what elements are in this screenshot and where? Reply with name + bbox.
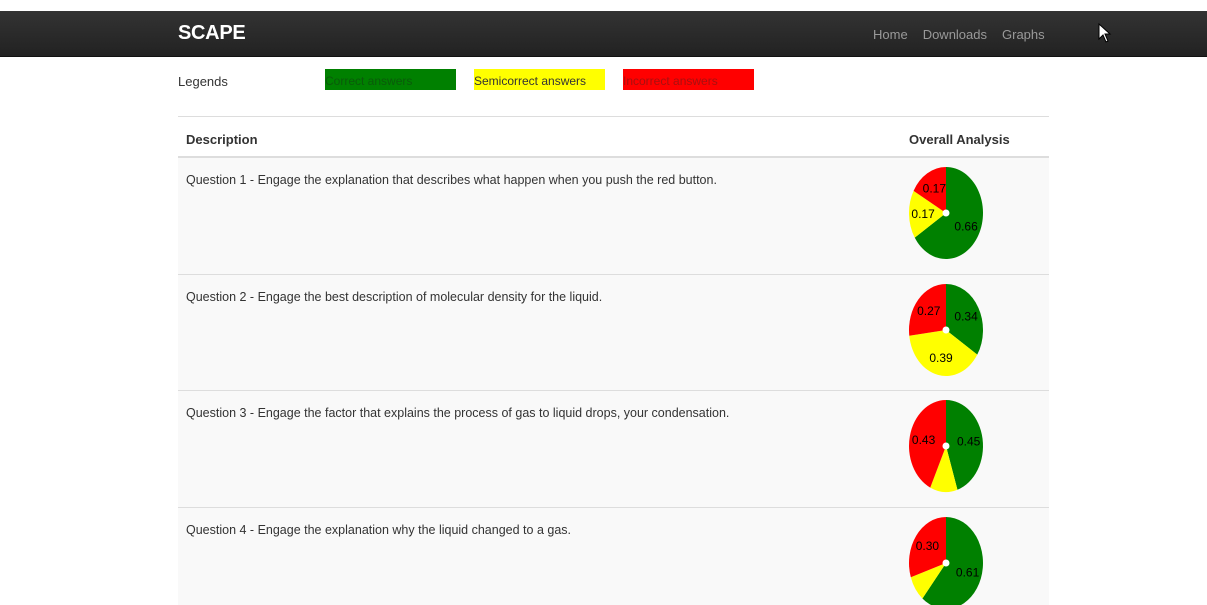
pie-chart: 0.66 0.17 0.17 <box>909 167 983 259</box>
top-navbar: SCAPE Home Downloads Graphs <box>0 11 1207 57</box>
question-text: Question 2 - Engage the best description… <box>186 290 603 304</box>
table-row: Question 1 - Engage the explanation that… <box>178 158 1049 275</box>
legend: Legends Correct answers Semicorrect answ… <box>178 69 778 91</box>
pie-label-semicorrect: 0.39 <box>929 351 953 365</box>
pie-center-dot <box>942 209 950 217</box>
pie-label-correct: 0.61 <box>956 566 980 580</box>
mouse-cursor-icon <box>1098 23 1112 43</box>
table-row: Question 2 - Engage the best description… <box>178 275 1049 391</box>
legend-correct: Correct answers <box>325 69 456 90</box>
pie-label-incorrect: 0.17 <box>923 181 947 195</box>
pie-center-dot <box>942 442 950 450</box>
pie-chart: 0.45 0.43 <box>909 400 983 492</box>
pie-center-dot <box>942 559 950 567</box>
pie-label-correct: 0.34 <box>954 309 978 323</box>
legend-incorrect: Incorrect answers <box>623 69 754 90</box>
nav-link-home[interactable]: Home <box>873 27 908 42</box>
nav-links: Home Downloads Graphs <box>873 27 1060 42</box>
pie-label-incorrect: 0.30 <box>916 539 940 553</box>
nav-link-graphs[interactable]: Graphs <box>1002 27 1045 42</box>
pie-chart: 0.34 0.39 0.27 <box>909 284 983 376</box>
pie-center-dot <box>942 326 950 334</box>
pie-label-correct: 0.66 <box>954 220 978 234</box>
table-row: Question 3 - Engage the factor that expl… <box>178 391 1049 508</box>
question-text: Question 3 - Engage the factor that expl… <box>186 406 730 420</box>
table-header: Description Overall Analysis <box>178 116 1049 158</box>
question-text: Question 1 - Engage the explanation that… <box>186 173 717 187</box>
nav-link-downloads[interactable]: Downloads <box>923 27 987 42</box>
analysis-table: Description Overall Analysis Question 1 … <box>178 116 1049 605</box>
pie-chart: 0.61 0.30 <box>909 517 983 605</box>
pie-label-incorrect: 0.43 <box>912 433 936 447</box>
header-overall-analysis: Overall Analysis <box>909 132 1010 147</box>
brand-logo[interactable]: SCAPE <box>178 22 246 45</box>
pie-label-correct: 0.45 <box>957 435 981 449</box>
question-text: Question 4 - Engage the explanation why … <box>186 523 571 537</box>
table-row: Question 4 - Engage the explanation why … <box>178 508 1049 605</box>
legend-title: Legends <box>178 74 228 89</box>
pie-label-semicorrect: 0.17 <box>911 207 935 221</box>
pie-label-incorrect: 0.27 <box>917 304 941 318</box>
header-description: Description <box>186 132 258 147</box>
legend-semicorrect: Semicorrect answers <box>474 69 605 90</box>
